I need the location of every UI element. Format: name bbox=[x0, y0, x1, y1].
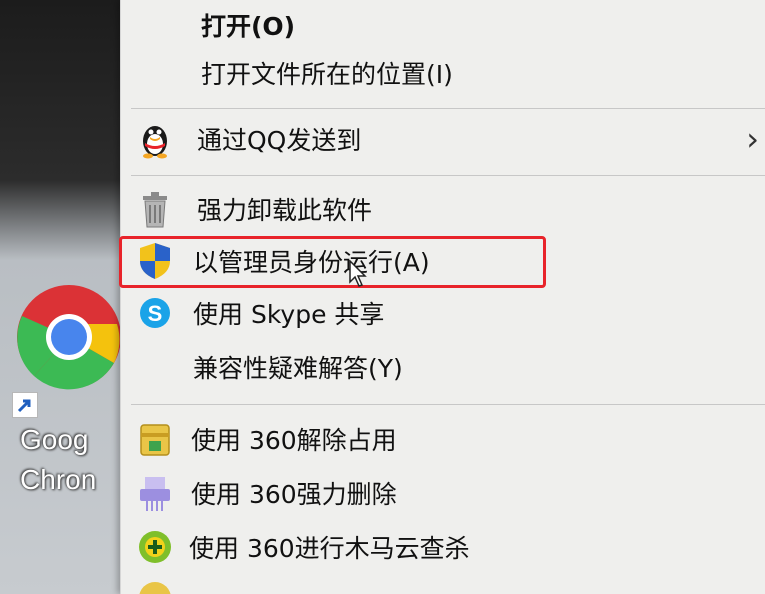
svg-text:S: S bbox=[148, 301, 163, 326]
highlight-box bbox=[119, 236, 546, 288]
menu-item-open[interactable]: 打开(O) bbox=[121, 2, 765, 48]
menu-item-label: 使用 360进行木马云查杀 bbox=[189, 534, 470, 563]
360-scan-icon bbox=[139, 531, 171, 563]
360-unlock-icon bbox=[140, 424, 170, 456]
menu-item-troubleshoot[interactable]: 兼容性疑难解答(Y) bbox=[121, 344, 765, 390]
menu-item-label: 打开文件所在的位置(I) bbox=[201, 60, 453, 89]
menu-item-delete-360[interactable]: 使用 360强力删除 bbox=[121, 470, 765, 516]
menu-item-unlock-360[interactable]: 使用 360解除占用 bbox=[121, 416, 765, 462]
360-shred-icon bbox=[140, 477, 170, 511]
360-menu-icon bbox=[139, 582, 171, 594]
desktop-icon-label-line2: Chron bbox=[20, 464, 97, 495]
context-menu: 打开(O) 打开文件所在的位置(I) 通过QQ发送到 › 强力卸载此软件 以管理… bbox=[120, 0, 765, 594]
menu-item-send-qq[interactable]: 通过QQ发送到 › bbox=[121, 116, 765, 162]
menu-item-uninstall[interactable]: 强力卸载此软件 bbox=[121, 186, 765, 232]
submenu-chevron-icon: › bbox=[746, 120, 759, 158]
menu-item-open-location[interactable]: 打开文件所在的位置(I) bbox=[121, 50, 765, 96]
menu-item-label: 兼容性疑难解答(Y) bbox=[193, 354, 403, 383]
menu-item-label: 使用 360强力删除 bbox=[191, 480, 397, 509]
menu-item-label: 使用 360解除占用 bbox=[191, 426, 397, 455]
menu-item-label: 强力卸载此软件 bbox=[197, 196, 373, 225]
mouse-cursor-icon bbox=[349, 260, 367, 287]
qq-penguin-icon bbox=[143, 126, 167, 159]
menu-item-label: 使用 Skype 共享 bbox=[193, 300, 385, 329]
menu-separator bbox=[131, 175, 765, 176]
shortcut-arrow-icon bbox=[12, 392, 38, 418]
menu-item-skype-share[interactable]: S 使用 Skype 共享 bbox=[121, 290, 765, 336]
menu-separator bbox=[131, 404, 765, 405]
menu-item-label: 打开(O) bbox=[201, 12, 296, 41]
desktop-icon-label-line1: Goog bbox=[20, 424, 89, 455]
menu-item-scan-360[interactable]: 使用 360进行木马云查杀 bbox=[121, 524, 765, 570]
menu-separator bbox=[131, 108, 765, 109]
desktop-background: Goog Chron bbox=[0, 0, 140, 594]
menu-item-label: 通过QQ发送到 bbox=[197, 126, 362, 155]
chrome-icon[interactable] bbox=[14, 282, 124, 392]
skype-icon: S bbox=[140, 298, 170, 328]
trash-icon bbox=[143, 192, 167, 228]
menu-item-partial[interactable] bbox=[121, 578, 765, 594]
